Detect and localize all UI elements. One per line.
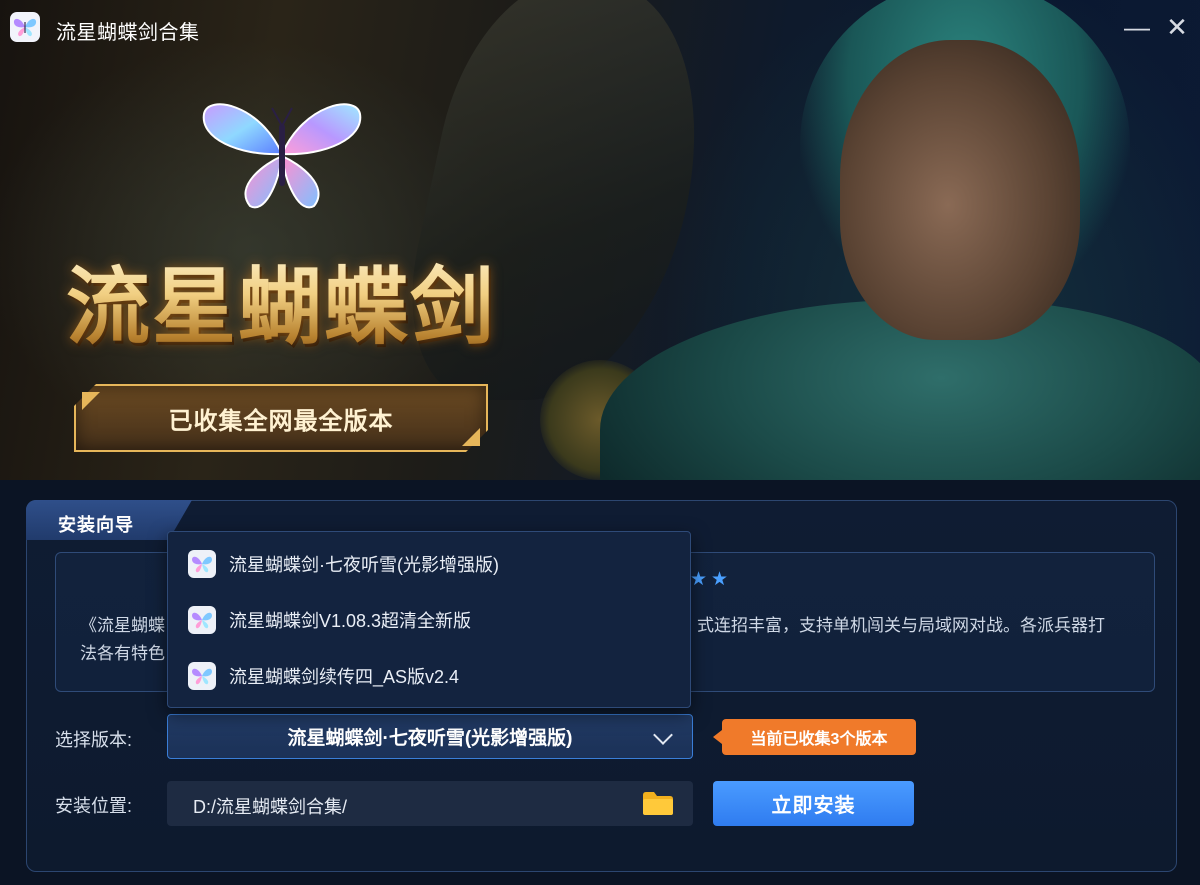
badge-text: 已收集全网最全版本 <box>168 407 394 435</box>
version-selected-value: 流星蝴蝶剑·七夜听雪(光影增强版) <box>287 728 573 749</box>
location-label: 安装位置: <box>55 796 133 816</box>
version-option-label: 流星蝴蝶剑续传四_AS版v2.4 <box>229 667 460 687</box>
version-option[interactable]: 流星蝴蝶剑V1.08.3超清全新版 <box>168 593 690 647</box>
collected-versions-badge: 已收集全网最全版本 <box>74 384 488 452</box>
window-title: 流星蝴蝶剑合集 <box>56 22 200 44</box>
version-butterfly-icon <box>188 550 216 578</box>
install-now-button[interactable]: 立即安装 <box>713 781 914 826</box>
folder-icon[interactable] <box>643 792 673 815</box>
description-line1-right: 式连招丰富，支持单机闯关与局域网对战。各派兵器打 <box>697 616 1105 635</box>
description-line1: 《流星蝴蝶 <box>80 616 165 635</box>
game-logo-text: 流星蝴蝶剑 <box>66 240 496 361</box>
version-option-label: 流星蝴蝶剑·七夜听雪(光影增强版) <box>229 555 499 575</box>
version-butterfly-icon <box>188 662 216 690</box>
version-butterfly-icon <box>188 606 216 634</box>
version-option[interactable]: 流星蝴蝶剑续传四_AS版v2.4 <box>168 649 690 703</box>
rating-stars: ★★ <box>690 569 733 590</box>
chevron-down-icon[interactable] <box>653 725 673 745</box>
description-line2: 法各有特色 <box>80 644 165 663</box>
butterfly-logo-icon <box>202 103 362 209</box>
install-path-value: D:/流星蝴蝶剑合集/ <box>193 797 348 817</box>
version-option-label: 流星蝴蝶剑V1.08.3超清全新版 <box>229 611 472 631</box>
close-icon[interactable]: ✕ <box>1160 10 1194 44</box>
version-select[interactable]: 流星蝴蝶剑·七夜听雪(光影增强版) <box>167 714 693 759</box>
app-butterfly-icon <box>10 12 40 42</box>
tab-label: 安装向导 <box>58 515 134 535</box>
minimize-icon[interactable]: — <box>1120 10 1154 44</box>
title-bar: 流星蝴蝶剑合集 — ✕ <box>0 0 1200 56</box>
version-option[interactable]: 流星蝴蝶剑·七夜听雪(光影增强版) <box>168 537 690 591</box>
version-label: 选择版本: <box>55 730 133 750</box>
hero-figure-head <box>840 40 1080 340</box>
version-count-tag: 当前已收集3个版本 <box>713 719 916 755</box>
version-dropdown-menu: 流星蝴蝶剑·七夜听雪(光影增强版) 流星蝴蝶剑V1.08.3超清全新版 流星蝴蝶… <box>167 531 691 708</box>
install-path-input[interactable]: D:/流星蝴蝶剑合集/ <box>167 781 693 826</box>
